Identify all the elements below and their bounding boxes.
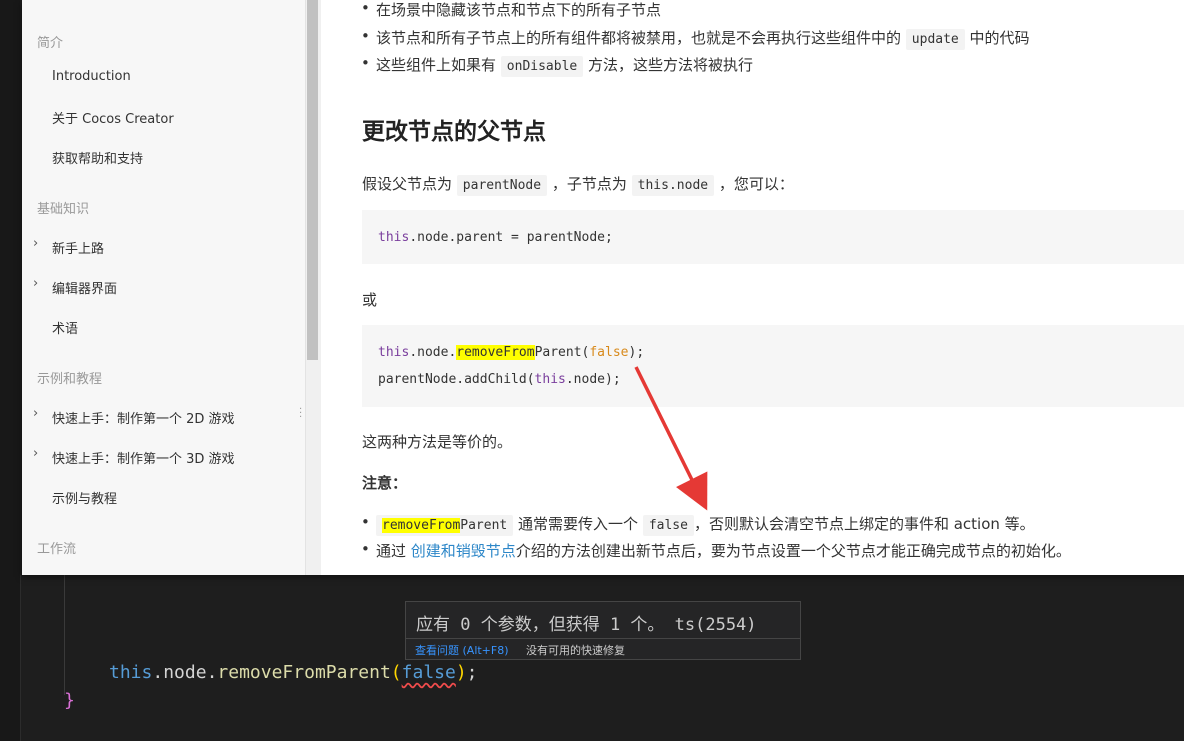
bullet-text: 中的代码 [969, 29, 1030, 47]
code-text: parentNode.addChild( [378, 372, 535, 387]
code-token-false-error[interactable]: false [402, 662, 456, 683]
code-token-dot: . [206, 662, 218, 683]
bullet-text: 这些组件上如果有 [376, 56, 497, 74]
chevron-right-icon[interactable]: › [33, 236, 38, 251]
sidebar-item-getting-started[interactable]: 新手上路 [52, 238, 104, 257]
code-text: .node. [409, 345, 457, 360]
sidebar-section-intro: 简介 [37, 36, 64, 51]
sidebar-item-about[interactable]: 关于 Cocos Creator [52, 108, 174, 127]
equivalence-text: 这两种方法是等价的。 [362, 433, 513, 451]
inline-code: parentNode [456, 175, 548, 196]
error-hover-tooltip: 应有 0 个参数，但获得 1 个。 ts(2554) 查看问题 (Alt+F8)… [405, 601, 801, 660]
drag-handle-icon[interactable]: · · · [299, 405, 302, 423]
para-text: ，您可以： [718, 175, 794, 193]
code-block-line: parentNode.addChild(this.node); [378, 372, 621, 387]
bullet-item: 在场景中隐藏该节点和节点下的所有子节点 [361, 0, 661, 20]
code-token-dot: . [152, 662, 164, 683]
code-text: .node.parent = parentNode; [409, 230, 613, 245]
docs-page: 简介 Introduction 关于 Cocos Creator 获取帮助和支持… [22, 0, 1184, 575]
code-closing-brace: } [64, 690, 75, 711]
bullet-item: 这些组件上如果有 onDisable 方法，这些方法将被执行 [361, 54, 754, 77]
code-text: ); [628, 345, 645, 360]
inline-code: onDisable [500, 56, 584, 77]
code-token-method: removeFromParent [217, 662, 391, 683]
editor-left-strip [0, 0, 20, 741]
sidebar-item-examples[interactable]: 示例与教程 [52, 488, 117, 507]
sidebar-item-glossary[interactable]: 术语 [52, 318, 78, 337]
inline-code: removeFromParent [376, 515, 514, 536]
code-block: this.node.removeFromParent(false); paren… [362, 325, 1184, 407]
bullet-text: 介绍的方法创建出新节点后，要为节点设置一个父节点才能正确完成节点的初始化。 [515, 542, 1071, 560]
code-block-line: this.node.removeFromParent(false); [378, 345, 644, 360]
search-highlight: removeFrom [456, 345, 535, 360]
chevron-right-icon[interactable]: › [33, 276, 38, 291]
docs-sidebar: 简介 Introduction 关于 Cocos Creator 获取帮助和支持… [22, 0, 306, 575]
bullet-text: 该节点和所有子节点上的所有组件都将被禁用，也就是不会再执行这些组件中的 [376, 29, 902, 47]
code-text: Parent( [534, 345, 590, 360]
bullet-item: 该节点和所有子节点上的所有组件都将被禁用，也就是不会再执行这些组件中的 upda… [361, 27, 1030, 50]
view-problem-link[interactable]: 查看问题 (Alt+F8) [415, 644, 509, 657]
or-text: 或 [362, 291, 378, 309]
para-text: ，子节点为 [551, 175, 627, 193]
intro-paragraph: 假设父节点为 parentNode ，子节点为 this.node ，您可以： [362, 173, 794, 196]
note-bullet: removeFromParent 通常需要传入一个 false，否则默认会清空节… [361, 513, 1035, 536]
hover-divider [406, 638, 800, 639]
indent-guide [20, 575, 21, 741]
code-keyword-this: this [534, 372, 566, 387]
section-heading: 更改节点的父节点 [362, 119, 546, 145]
sidebar-section-workflow: 工作流 [37, 542, 77, 557]
hover-error-message: 应有 0 个参数，但获得 1 个。 ts(2554) [416, 615, 757, 635]
bullet-text: ，否则默认会清空节点上绑定的事件和 action 等。 [693, 515, 1035, 533]
sidebar-item-3d-game[interactable]: 快速上手：制作第一个 3D 游戏 [52, 448, 235, 467]
bullet-text: 方法，这些方法将被执行 [588, 56, 754, 74]
code-keyword-this: this [378, 345, 410, 360]
code-token-this: this [109, 662, 153, 683]
sidebar-item-2d-game[interactable]: 快速上手：制作第一个 2D 游戏 [52, 408, 235, 427]
sidebar-item-introduction[interactable]: Introduction [52, 69, 131, 84]
code-text: .node); [565, 372, 621, 387]
sidebar-scrollbar-thumb[interactable] [307, 0, 318, 360]
code-token-node: node [163, 662, 207, 683]
inline-code: update [905, 29, 965, 50]
docs-content: 在场景中隐藏该节点和节点下的所有子节点 该节点和所有子节点上的所有组件都将被禁用… [361, 0, 1184, 575]
code-token-semicolon: ; [466, 662, 478, 683]
bullet-text: 通常需要传入一个 [518, 515, 639, 533]
inline-code: this.node [631, 175, 715, 196]
hover-actions: 查看问题 (Alt+F8) 没有可用的快速修复 [415, 642, 625, 658]
code-block-line: this.node.parent = parentNode; [378, 230, 613, 245]
code-keyword-this: this [378, 230, 410, 245]
sidebar-section-examples: 示例和教程 [37, 372, 103, 387]
indent-guide [64, 575, 65, 695]
bullet-text: 通过 [376, 542, 407, 560]
para-text: 假设父节点为 [362, 175, 453, 193]
note-heading: 注意： [362, 474, 408, 492]
note-bullet: 通过 创建和销毁节点介绍的方法创建出新节点后，要为节点设置一个父节点才能正确完成… [361, 540, 1071, 561]
create-destroy-nodes-link[interactable]: 创建和销毁节点 [411, 542, 516, 560]
search-highlight: removeFrom [382, 518, 461, 533]
chevron-right-icon[interactable]: › [33, 446, 38, 461]
code-block: this.node.parent = parentNode; [362, 210, 1184, 264]
code-token-paren: ) [455, 662, 467, 683]
sidebar-section-basics: 基础知识 [37, 202, 90, 217]
chevron-right-icon[interactable]: › [33, 406, 38, 421]
code-token-paren: ( [390, 662, 402, 683]
code-keyword-false: false [589, 345, 629, 360]
sidebar-item-editor-ui[interactable]: 编辑器界面 [52, 278, 117, 297]
inline-code: false [642, 515, 694, 536]
sidebar-item-help[interactable]: 获取帮助和支持 [52, 148, 143, 167]
code-line[interactable]: this.node.removeFromParent(false); [109, 662, 478, 683]
no-quick-fix-text: 没有可用的快速修复 [526, 644, 626, 657]
code-text: Parent [460, 518, 508, 533]
